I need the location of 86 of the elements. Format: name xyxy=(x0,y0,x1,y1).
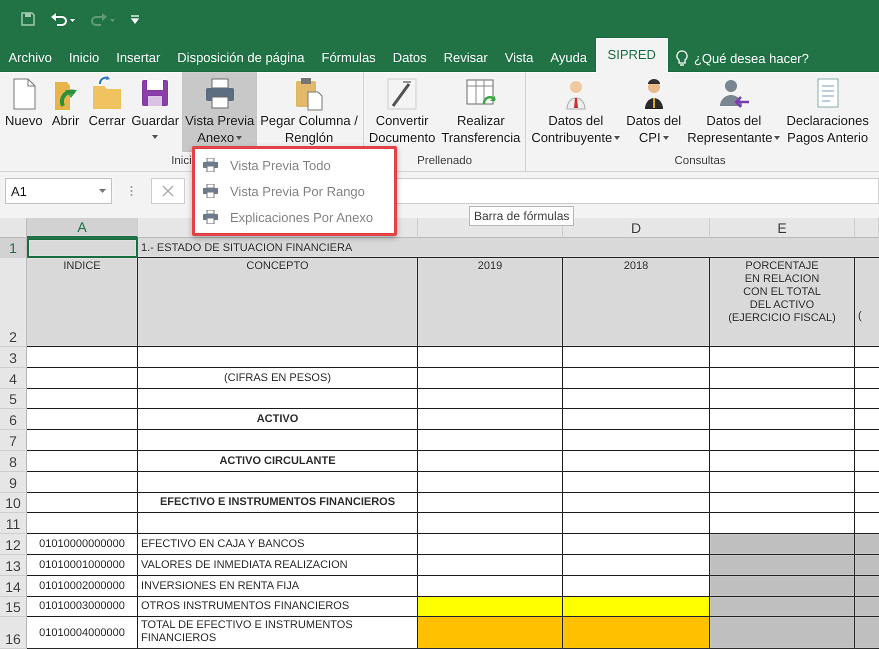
tell-me-field[interactable]: ¿Qué desea hacer? xyxy=(694,50,809,66)
table-cell: 01010004000000 xyxy=(27,617,138,649)
printer-icon xyxy=(203,210,218,224)
table-cell xyxy=(855,554,879,576)
ribbon-button[interactable]: Convertir Documento xyxy=(366,72,438,152)
table-cell: INDICE xyxy=(27,258,138,347)
group-label: Consultas xyxy=(674,154,726,169)
printer-icon xyxy=(203,158,218,172)
table-cell: EFECTIVO EN CAJA Y BANCOS xyxy=(138,534,418,555)
row-number[interactable]: 4 xyxy=(0,368,27,389)
redo-icon[interactable] xyxy=(90,11,116,27)
table-cell: PORCENTAJE EN RELACION CON EL TOTAL DEL ACTIVO (EJERCICIO FISCAL) xyxy=(710,258,855,347)
ribbon-tab[interactable]: Vista xyxy=(496,44,542,72)
table-cell: 01010002000000 xyxy=(27,576,138,597)
row-number[interactable]: 9 xyxy=(0,472,27,493)
column-header[interactable]: E xyxy=(710,218,855,238)
ribbon-button[interactable]: Abrir xyxy=(46,72,86,152)
name-box[interactable]: A1 xyxy=(5,178,112,204)
save-icon[interactable] xyxy=(20,11,36,27)
grip-icon xyxy=(130,185,133,197)
row-number[interactable]: 8 xyxy=(0,450,27,472)
table-cell: ( xyxy=(855,258,879,347)
row-number[interactable]: 7 xyxy=(0,430,27,451)
ribbon-tab[interactable]: Inicio xyxy=(60,44,108,72)
undo-icon[interactable] xyxy=(50,11,76,27)
ribbon-button[interactable]: Datos del CPI xyxy=(623,72,684,152)
row-number[interactable]: 3 xyxy=(0,347,27,368)
customize-icon[interactable] xyxy=(130,14,140,24)
row-number[interactable]: 12 xyxy=(0,534,27,555)
ribbon-button[interactable]: Vista Previa Anexo xyxy=(182,72,258,152)
pen-icon xyxy=(385,76,420,112)
table-cell: OTROS INSTRUMENTOS FINANCIEROS xyxy=(138,596,418,618)
group-label: Inici xyxy=(171,154,192,169)
row-number[interactable]: 11 xyxy=(0,513,27,534)
table-cell: 2018 xyxy=(563,258,710,347)
ribbon-button[interactable]: Declaraciones Pagos Anterio xyxy=(783,72,872,152)
table-cell: 01010000000000 xyxy=(27,534,138,555)
column-header[interactable]: A xyxy=(27,218,138,238)
ribbon-tab[interactable]: Disposición de página xyxy=(168,44,313,72)
table-cell: ACTIVO xyxy=(138,409,418,430)
table-cell: INVERSIONES EN RENTA FIJA xyxy=(138,576,418,597)
caret-icon xyxy=(99,189,106,193)
folder-icon xyxy=(90,76,124,112)
ribbon-button[interactable]: Cerrar xyxy=(86,72,128,152)
row-number[interactable]: 6 xyxy=(0,409,27,430)
menu-item[interactable]: Explicaciones Por Anexo xyxy=(195,204,394,230)
ribbon-button[interactable]: Nuevo xyxy=(2,72,46,152)
row-number[interactable]: 13 xyxy=(0,554,27,576)
ribbon-tab[interactable]: SIPRED xyxy=(596,38,668,72)
table-cell xyxy=(855,617,879,649)
row-number[interactable]: 16 xyxy=(0,617,27,649)
ribbon-button[interactable]: Guardar xyxy=(128,72,182,152)
printer-icon xyxy=(203,184,218,198)
table-cell xyxy=(855,576,879,597)
table-cell: 01010003000000 xyxy=(27,596,138,618)
row-number[interactable]: 14 xyxy=(0,576,27,597)
ribbon-tab[interactable]: Datos xyxy=(384,44,436,72)
table-cell: 2019 xyxy=(418,258,563,347)
row-number[interactable]: 1 xyxy=(0,238,27,258)
table-cell: TOTAL DE EFECTIVO E INSTRUMENTOS FINANCIEROS xyxy=(138,617,418,649)
table-cell: EFECTIVO E INSTRUMENTOS FINANCIEROS xyxy=(138,492,418,514)
ribbon-tab[interactable]: Archivo xyxy=(0,44,60,72)
ribbon-button[interactable]: Realizar Transferencia xyxy=(438,72,524,152)
ribbon-button[interactable]: Datos del Contribuyente xyxy=(528,72,624,152)
menu-item[interactable]: Vista Previa Por Rango xyxy=(195,178,394,204)
table-cell xyxy=(855,534,879,555)
group-label: Prellenado xyxy=(417,154,472,169)
ribbon-tab[interactable]: Fórmulas xyxy=(313,44,384,72)
cancel-icon[interactable] xyxy=(162,185,174,197)
table-cell: (CIFRAS EN PESOS) xyxy=(138,368,418,389)
lightbulb-icon xyxy=(676,50,688,66)
table-cell: ACTIVO CIRCULANTE xyxy=(138,450,418,472)
table-cell xyxy=(855,596,879,618)
ribbon-button[interactable]: Datos del Representante xyxy=(684,72,784,152)
ribbon-tab[interactable]: Revisar xyxy=(435,44,496,72)
row-number[interactable]: 5 xyxy=(0,388,27,410)
ribbon-tab[interactable]: Insertar xyxy=(108,44,169,72)
row-number[interactable]: 10 xyxy=(0,492,27,514)
row-number[interactable]: 2 xyxy=(0,258,27,347)
table-cell: CONCEPTO xyxy=(138,258,418,347)
table-cell: 01010001000000 xyxy=(27,554,138,576)
menu-item[interactable]: Vista Previa Todo xyxy=(195,152,394,178)
table-cell: 1.- ESTADO DE SITUACION FINANCIERA xyxy=(138,238,879,258)
table-cell: VALORES DE INMEDIATA REALIZACION xyxy=(138,554,418,576)
ribbon-tab[interactable]: Ayuda xyxy=(542,44,596,72)
row-number[interactable]: 15 xyxy=(0,596,27,618)
